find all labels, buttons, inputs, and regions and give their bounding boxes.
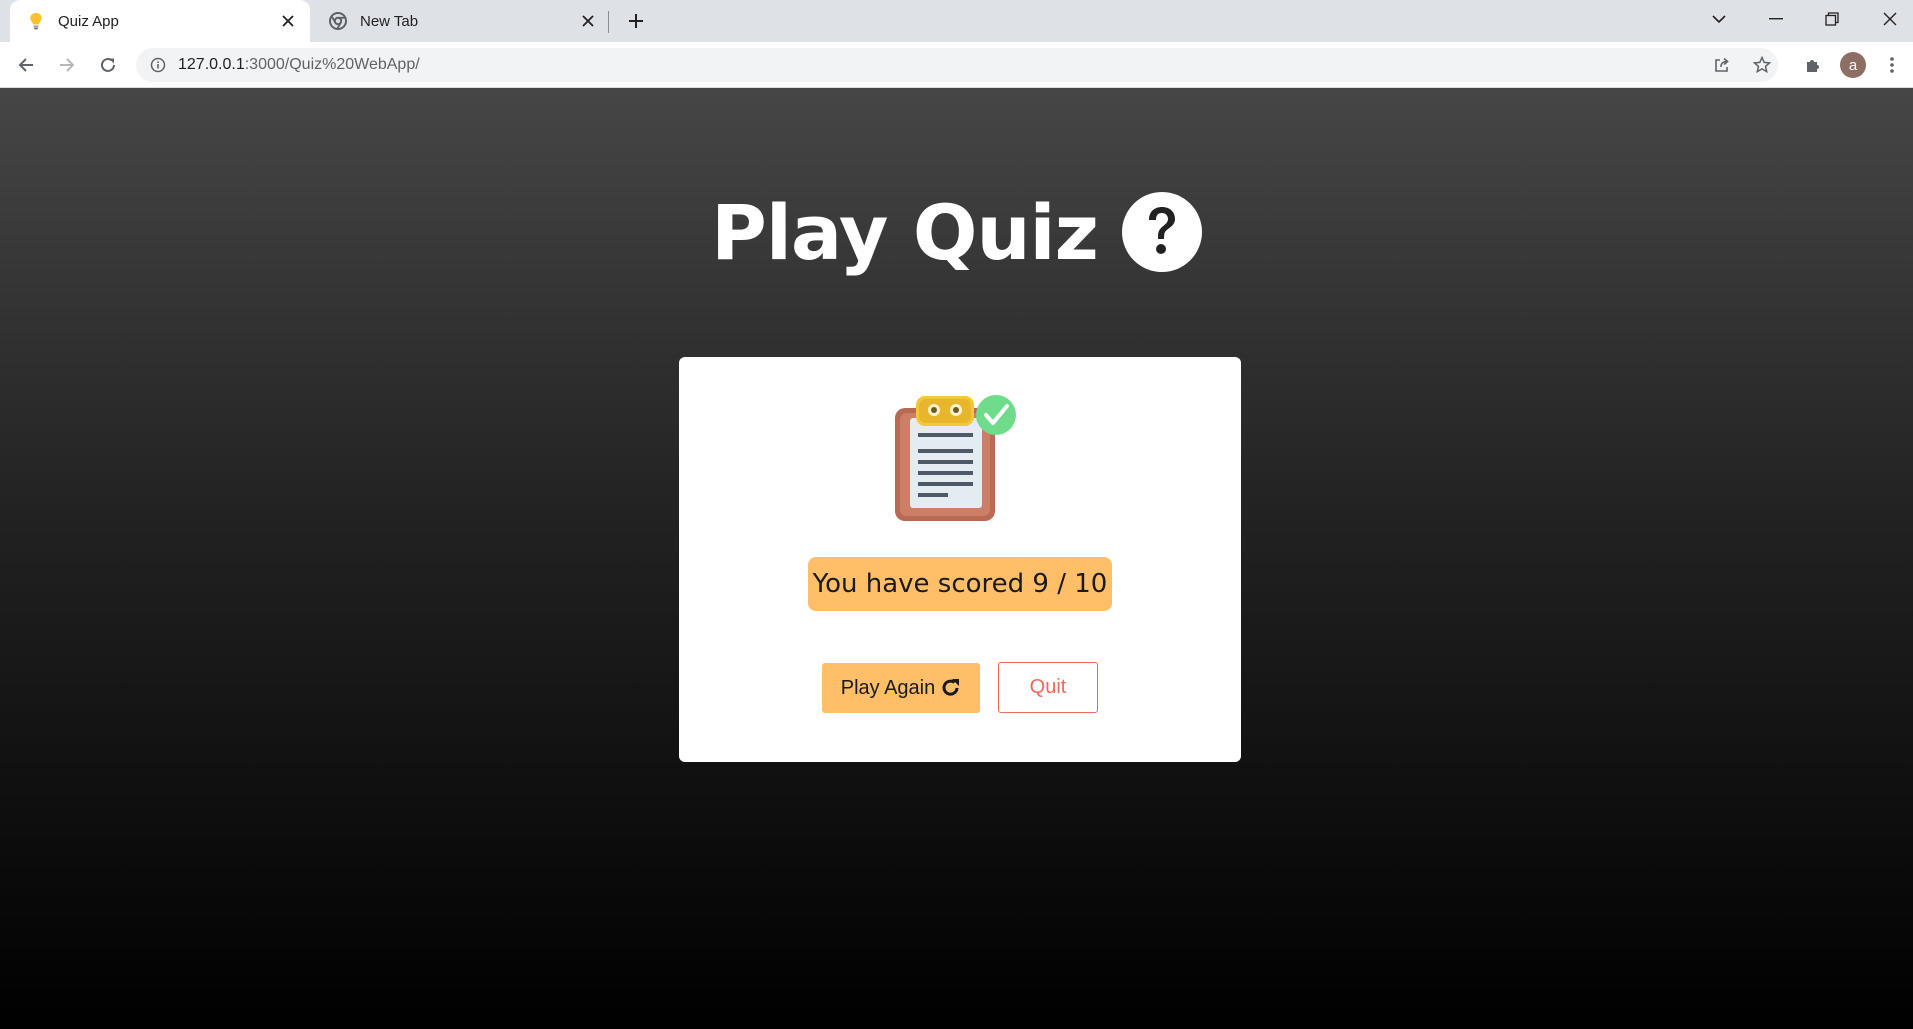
- tab-title: Quiz App: [58, 12, 119, 30]
- close-window-icon[interactable]: [1862, 0, 1913, 38]
- url-path: :3000/Quiz%20WebApp/: [244, 56, 420, 73]
- url-host: 127.0.0.1: [178, 56, 245, 73]
- score-badge: You have scored 9 / 10: [808, 557, 1112, 611]
- menu-dots-icon[interactable]: [1876, 48, 1908, 82]
- bookmark-star-icon[interactable]: [1746, 48, 1778, 82]
- chrome-icon: [328, 11, 348, 31]
- new-tab-button[interactable]: [620, 7, 652, 35]
- result-card: You have scored 9 / 10 Play Again Quit: [679, 357, 1241, 762]
- forward-arrow-icon[interactable]: [51, 49, 83, 81]
- page-title-text: Play Quiz: [711, 187, 1099, 277]
- tab-search-icon[interactable]: [1691, 0, 1747, 38]
- quit-button[interactable]: Quit: [998, 662, 1098, 713]
- tab-separator: [608, 11, 609, 33]
- address-bar[interactable]: 127.0.0.1:3000/Quiz%20WebApp/: [136, 48, 1778, 82]
- tab-new-tab[interactable]: New Tab: [312, 0, 610, 42]
- close-tab-icon[interactable]: [574, 7, 602, 35]
- reload-page-icon[interactable]: [92, 49, 124, 81]
- tab-bar: Quiz App New Tab: [0, 0, 1913, 42]
- restore-icon[interactable]: [1804, 0, 1860, 38]
- clipboard-checklist-icon: [892, 393, 1022, 523]
- close-tab-icon[interactable]: [274, 7, 302, 35]
- url-text[interactable]: 127.0.0.1:3000/Quiz%20WebApp/: [178, 56, 420, 74]
- play-again-button[interactable]: Play Again: [822, 663, 980, 713]
- info-icon[interactable]: [148, 55, 168, 75]
- page-title: Play Quiz: [0, 182, 1913, 282]
- browser-toolbar: 127.0.0.1:3000/Quiz%20WebApp/ a: [0, 42, 1913, 88]
- reload-icon: [941, 678, 961, 698]
- page-viewport: Play Quiz You have scored 9 / 10 Play Ag…: [0, 88, 1913, 1029]
- tab-quiz-app[interactable]: Quiz App: [10, 0, 310, 42]
- question-circle-icon: [1121, 192, 1202, 272]
- back-arrow-icon[interactable]: [10, 49, 42, 81]
- share-icon[interactable]: [1706, 48, 1738, 82]
- extensions-puzzle-icon[interactable]: [1797, 48, 1829, 82]
- play-again-label: Play Again: [840, 676, 936, 699]
- minimize-icon[interactable]: [1748, 0, 1804, 38]
- profile-avatar[interactable]: a: [1840, 52, 1866, 78]
- lightbulb-icon: [26, 11, 46, 31]
- tab-title: New Tab: [360, 12, 419, 30]
